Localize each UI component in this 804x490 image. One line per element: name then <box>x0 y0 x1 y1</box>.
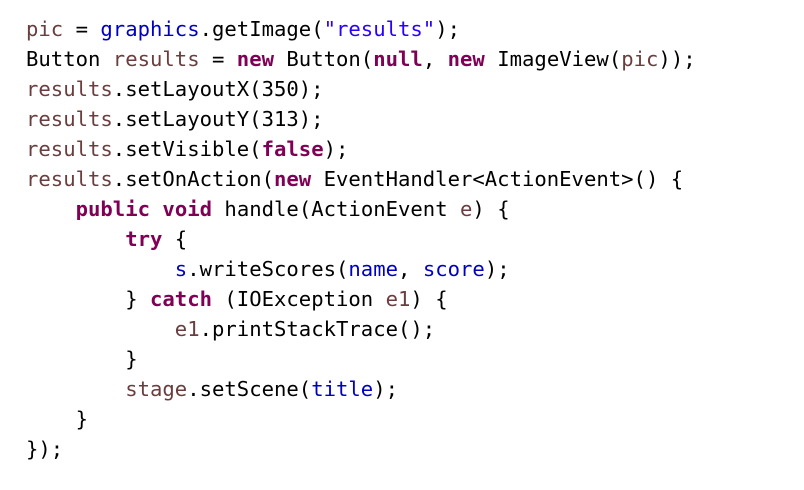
keyword-token: new <box>447 47 485 71</box>
variable-token: results <box>26 107 113 131</box>
code-text: } <box>26 347 138 371</box>
code-line: Button results = new Button(null, new Im… <box>26 44 696 74</box>
code-text: .setScene( <box>187 377 312 401</box>
variable-token: results <box>26 167 113 191</box>
code-text: ImageView( <box>484 47 622 71</box>
variable-token: pic <box>26 17 64 41</box>
code-line: } <box>26 344 696 374</box>
code-line: results.setLayoutX(350); <box>26 74 696 104</box>
code-block[interactable]: pic = graphics.getImage("results"); Butto… <box>26 14 696 464</box>
code-text: { <box>162 227 188 251</box>
code-text: ); <box>435 17 461 41</box>
string-literal: "results" <box>323 17 436 41</box>
code-text: EventHandler<ActionEvent>() { <box>311 167 684 191</box>
code-text: ); <box>323 137 349 161</box>
code-text: )); <box>658 47 696 71</box>
code-text: } <box>26 287 150 311</box>
variable-token: results <box>112 47 200 71</box>
code-text: .setLayoutX(350); <box>112 77 324 101</box>
keyword-token: catch <box>150 287 212 311</box>
code-line: results.setLayoutY(313); <box>26 104 696 134</box>
variable-token: stage <box>125 377 188 401</box>
code-text: .getImage( <box>199 17 324 41</box>
keyword-token: false <box>261 137 324 161</box>
field-token: title <box>311 377 374 401</box>
field-token: graphics <box>100 17 200 41</box>
code-text: (IOException <box>212 287 386 311</box>
keyword-token: public <box>75 197 151 221</box>
code-line: s.writeScores(name, score); <box>26 254 696 284</box>
variable-token: pic <box>621 47 659 71</box>
code-text: = <box>199 47 237 71</box>
variable-token: results <box>26 137 113 161</box>
code-line: stage.setScene(title); <box>26 374 696 404</box>
field-token: s <box>174 257 188 281</box>
code-text: Button <box>26 47 113 71</box>
code-text: = <box>63 17 101 41</box>
code-text: }); <box>26 437 64 461</box>
code-text: } <box>26 407 88 431</box>
variable-token: e1 <box>174 317 200 341</box>
code-text: ) { <box>410 287 448 311</box>
field-token: score <box>422 257 485 281</box>
code-text: .setOnAction( <box>112 167 274 191</box>
code-line: }); <box>26 434 696 464</box>
code-text: ); <box>373 377 399 401</box>
code-text: .setVisible( <box>112 137 262 161</box>
code-text: .setLayoutY(313); <box>112 107 324 131</box>
code-line: pic = graphics.getImage("results"); <box>26 14 696 44</box>
variable-token: results <box>26 77 113 101</box>
keyword-token: new <box>273 167 312 191</box>
code-text: .printStackTrace(); <box>199 317 436 341</box>
code-text: ); <box>484 257 510 281</box>
variable-token: e1 <box>385 287 411 311</box>
code-line: public void handle(ActionEvent e) { <box>26 194 696 224</box>
code-line: try { <box>26 224 696 254</box>
keyword-token: void <box>162 197 213 221</box>
code-text: .writeScores( <box>187 257 349 281</box>
code-editor[interactable]: pic = graphics.getImage("results"); Butto… <box>0 0 804 490</box>
code-text: , <box>422 47 448 71</box>
code-text: ) { <box>472 197 510 221</box>
code-line: } <box>26 404 696 434</box>
code-text: handle(ActionEvent <box>212 197 461 221</box>
keyword-token: new <box>236 47 274 71</box>
keyword-token: try <box>125 227 163 251</box>
field-token: name <box>348 257 398 281</box>
code-line: } catch (IOException e1) { <box>26 284 696 314</box>
code-text: , <box>398 257 423 281</box>
code-text: Button( <box>274 47 374 71</box>
code-line: e1.printStackTrace(); <box>26 314 696 344</box>
keyword-token: null <box>373 47 423 71</box>
code-line: results.setOnAction(new EventHandler<Act… <box>26 164 696 194</box>
variable-token: e <box>460 197 473 221</box>
code-line: results.setVisible(false); <box>26 134 696 164</box>
